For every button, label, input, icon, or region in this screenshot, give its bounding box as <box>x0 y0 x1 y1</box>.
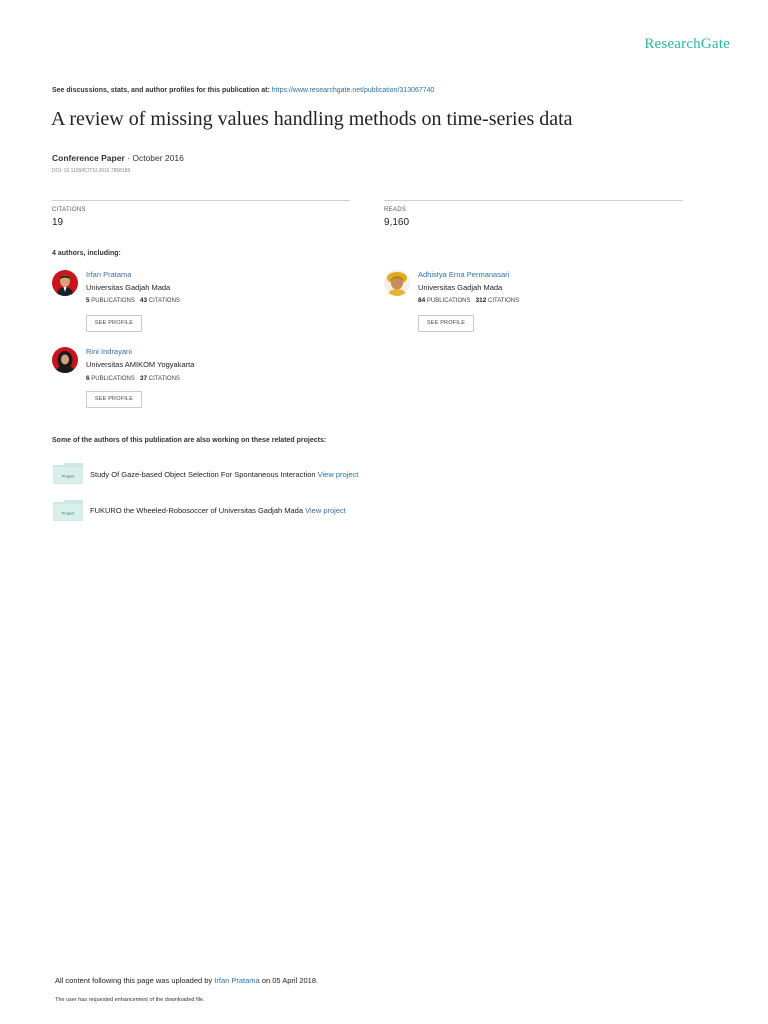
author-stats: 84 PUBLICATIONS 312 CITATIONS <box>418 297 519 304</box>
see-profile-button[interactable]: SEE PROFILE <box>86 315 142 332</box>
author-affiliation: Universitas AMIKOM Yogyakarta <box>86 360 195 369</box>
citations-divider <box>52 200 350 201</box>
author-name[interactable]: Adhistya Erna Permanasari <box>418 270 509 279</box>
author-stats: 5 PUBLICATIONS 43 CITATIONS <box>86 297 180 304</box>
reads-label: READS <box>384 207 407 213</box>
avatar-irfan-pratama[interactable] <box>52 270 78 296</box>
citations-label: CITATIONS <box>52 207 86 213</box>
project-item: Study Of Gaze-based Object Selection For… <box>90 470 358 479</box>
reads-divider <box>384 200 683 201</box>
reads-value: 9,160 <box>384 217 410 228</box>
enhancement-note: The user has requested enhancement of th… <box>55 997 205 1003</box>
discussion-text: See discussions, stats, and author profi… <box>52 87 270 94</box>
author-affiliation: Universitas Gadjah Mada <box>418 283 503 292</box>
project-title: Study Of Gaze-based Object Selection For… <box>90 470 316 479</box>
project-folder-icon: Project <box>52 500 84 522</box>
citations-label: CITATIONS <box>148 376 180 382</box>
author-affiliation: Universitas Gadjah Mada <box>86 283 171 292</box>
author-stats: 6 PUBLICATIONS 37 CITATIONS <box>86 375 180 382</box>
citations-count: 43 <box>139 297 148 304</box>
paper-meta: Conference Paper · October 2016 <box>52 153 184 163</box>
citations-count: 37 <box>139 375 148 382</box>
project-folder-icon: Project <box>52 463 84 485</box>
upload-prefix: All content following this page was uplo… <box>55 976 213 985</box>
publications-count: 6 <box>86 375 90 382</box>
upload-note: All content following this page was uplo… <box>55 976 318 985</box>
publications-count: 84 <box>418 297 426 304</box>
paper-doi: DOI: 10.1109/ICITSI.2016.7858189 <box>52 168 131 174</box>
project-icon-label: Project <box>62 474 75 479</box>
avatar-rini-indrayani[interactable] <box>52 347 78 373</box>
author-name[interactable]: Irfan Pratama <box>86 270 131 279</box>
paper-date: October 2016 <box>132 153 184 163</box>
researchgate-logo[interactable]: ResearchGate <box>644 36 730 53</box>
publication-link[interactable]: https://www.researchgate.net/publication… <box>272 87 435 94</box>
view-project-link[interactable]: View project <box>305 506 346 515</box>
author-name[interactable]: Rini Indrayani <box>86 347 132 356</box>
publications-count: 5 <box>86 297 90 304</box>
view-project-link[interactable]: View project <box>318 470 359 479</box>
publications-label: PUBLICATIONS <box>91 376 135 382</box>
related-projects-heading: Some of the authors of this publication … <box>52 437 327 444</box>
paper-type: Conference Paper <box>52 153 125 163</box>
citations-value: 19 <box>52 217 64 228</box>
publications-label: PUBLICATIONS <box>91 298 135 304</box>
project-icon-label: Project <box>62 511 75 516</box>
authors-heading: 4 authors, including: <box>52 250 121 257</box>
paper-title: A review of missing values handling meth… <box>51 108 573 130</box>
upload-date: on 05 April 2018. <box>261 976 319 985</box>
citations-label: CITATIONS <box>148 298 180 304</box>
project-title: FUKURO the Wheeled-Robosoccer of Univers… <box>90 506 304 515</box>
see-profile-button[interactable]: SEE PROFILE <box>418 315 474 332</box>
project-item: FUKURO the Wheeled-Robosoccer of Univers… <box>90 506 346 515</box>
uploader-link[interactable]: Irfan Pratama <box>214 976 259 985</box>
citations-count: 312 <box>475 297 487 304</box>
citations-label: CITATIONS <box>488 298 520 304</box>
publications-label: PUBLICATIONS <box>426 298 471 304</box>
discussion-line: See discussions, stats, and author profi… <box>52 87 434 94</box>
see-profile-button[interactable]: SEE PROFILE <box>86 391 142 408</box>
avatar-adhistya-erna-permanasari[interactable] <box>384 270 410 296</box>
